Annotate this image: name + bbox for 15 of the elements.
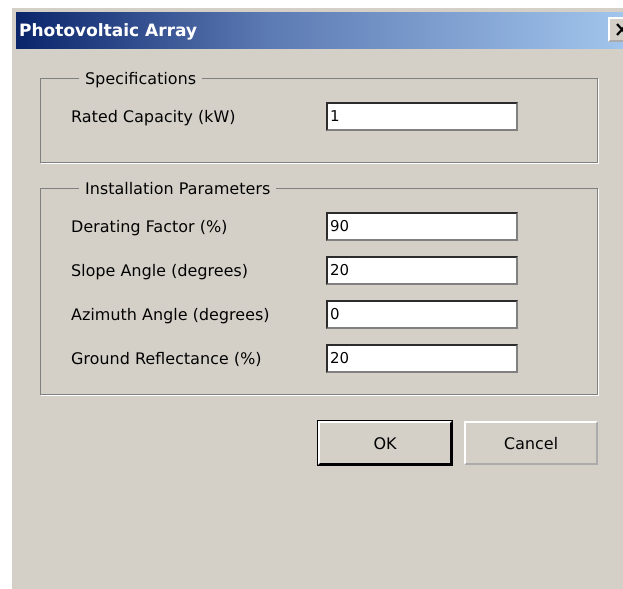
- dialog-button[interactable]: OK: [318, 421, 452, 465]
- input-field[interactable]: 20: [326, 256, 518, 284]
- group-title: Specifications: [84, 69, 198, 88]
- dialog-button[interactable]: Cancel: [464, 421, 598, 465]
- group-title: Installation Parameters: [84, 179, 272, 198]
- field-label: Slope Angle (degrees): [71, 260, 249, 280]
- field-label: Rated Capacity (kW): [71, 106, 237, 126]
- input-field[interactable]: 90: [326, 212, 518, 240]
- input-field[interactable]: 20: [326, 344, 518, 372]
- window-title: Photovoltaic Array: [19, 20, 198, 40]
- input-field[interactable]: 0: [326, 300, 518, 328]
- field-label: Azimuth Angle (degrees): [71, 304, 271, 324]
- input-field[interactable]: 1: [326, 102, 518, 130]
- field-label: Ground Reflectance (%): [71, 348, 263, 368]
- field-label: Derating Factor (%): [71, 216, 228, 236]
